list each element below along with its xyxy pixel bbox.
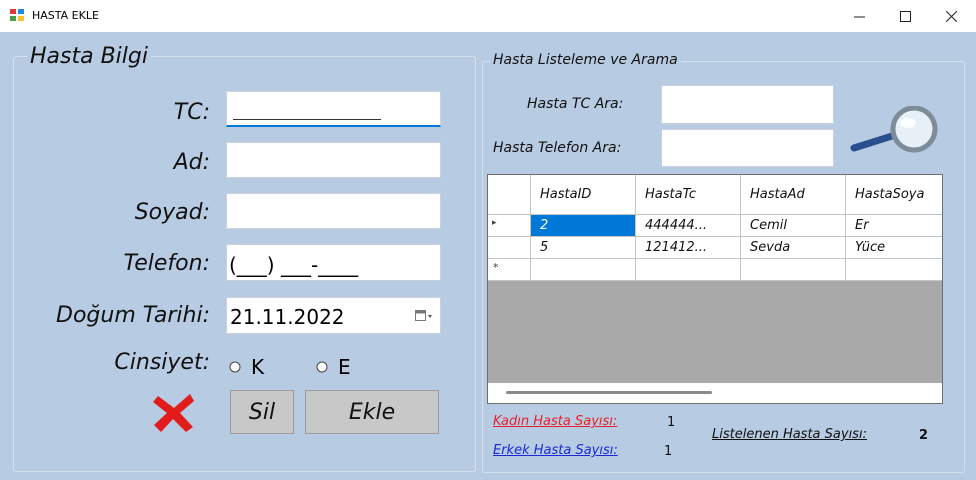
patients-grid[interactable]: HastaID HastaTc HastaAd HastaSoya ▸ 2 44… [487,174,943,404]
scrollbar-thumb[interactable] [506,391,712,394]
phone-search-input[interactable] [661,129,834,167]
search-group-title: Hasta Listeleme ve Arama [490,52,681,68]
soyad-input[interactable] [226,193,441,229]
calendar-dropdown-icon[interactable] [415,309,433,323]
dogum-tarihi-label: Doğum Tarihi: [56,303,210,328]
title-bar: HASTA EKLE [0,0,976,32]
close-button[interactable] [928,0,974,32]
maximize-icon [899,10,911,22]
delete-button[interactable]: Sil [230,390,294,434]
gender-e-label: E [338,355,351,379]
grid-column-header[interactable]: HastaSoya [846,175,942,215]
gender-radio-e[interactable]: E [313,354,373,382]
new-row-asterisk-icon: * [493,261,499,274]
birth-date-value: 21.11.2022 [230,305,345,329]
window-title: HASTA EKLE [32,9,99,22]
add-button[interactable]: Ekle [305,390,439,434]
minimize-button[interactable] [836,0,882,32]
red-x-icon[interactable] [152,392,196,434]
grid-column-header[interactable]: HastaID [531,175,636,215]
grid-horizontal-scrollbar[interactable] [488,383,942,403]
gender-k-label: K [251,355,265,379]
soyad-label: Soyad: [134,200,210,225]
grid-cell[interactable]: 444444... [636,215,741,237]
grid-cell[interactable]: Er [846,215,942,237]
cinsiyet-label: Cinsiyet: [114,350,210,375]
grid-new-row-cell[interactable] [636,259,741,281]
grid-row-header[interactable]: ▸ [488,215,531,237]
magnifier-icon[interactable] [848,106,944,156]
grid-new-row-cell[interactable] [531,259,636,281]
app-icon [10,9,24,21]
maximize-button[interactable] [882,0,928,32]
grid-cell[interactable]: Sevda [741,237,846,259]
grid-cell[interactable]: 5 [531,237,636,259]
grid-corner-cell [488,175,531,215]
grid-cell[interactable]: Yüce [846,237,942,259]
form-client-area: Hasta Bilgi TC: Ad: Soyad: Telefon: (___… [0,32,976,480]
grid-row-header[interactable] [488,237,531,259]
patient-info-group-title: Hasta Bilgi [27,44,151,69]
male-count-value: 1 [664,444,673,459]
telefon-input[interactable]: (___) ___-____ [226,244,441,281]
telefon-mask: (___) ___-____ [229,253,359,277]
ad-input[interactable] [226,142,441,178]
grid-new-row-cell[interactable] [846,259,942,281]
grid-new-row-header[interactable]: * [488,259,531,281]
radio-circle-icon [229,361,241,373]
grid-cell[interactable]: 121412... [636,237,741,259]
tc-search-label: Hasta TC Ara: [527,96,624,112]
female-count-link[interactable]: Kadın Hasta Sayısı: [493,414,617,429]
male-count-link[interactable]: Erkek Hasta Sayısı: [493,443,618,458]
tc-mask-underline [233,119,381,120]
grid-new-row-cell[interactable] [741,259,846,281]
phone-search-label: Hasta Telefon Ara: [493,140,622,156]
tc-search-input[interactable] [661,85,834,124]
grid-cell[interactable]: Cemil [741,215,846,237]
gender-radio-k[interactable]: K [226,354,286,382]
minimize-icon [853,16,865,17]
grid-cell[interactable]: 2 [531,215,636,237]
current-row-indicator-icon: ▸ [492,218,497,228]
tc-input[interactable] [226,91,441,127]
listed-count-link[interactable]: Listelenen Hasta Sayısı: [712,427,867,442]
female-count-value: 1 [667,415,676,430]
ad-label: Ad: [173,150,210,175]
listed-count-value: 2 [919,428,929,443]
radio-circle-icon [316,361,328,373]
close-icon [945,10,957,22]
grid-column-header[interactable]: HastaTc [636,175,741,215]
grid-column-header[interactable]: HastaAd [741,175,846,215]
telefon-label: Telefon: [123,251,210,276]
tc-label: TC: [173,100,210,125]
birth-date-picker[interactable]: 21.11.2022 [226,297,441,334]
